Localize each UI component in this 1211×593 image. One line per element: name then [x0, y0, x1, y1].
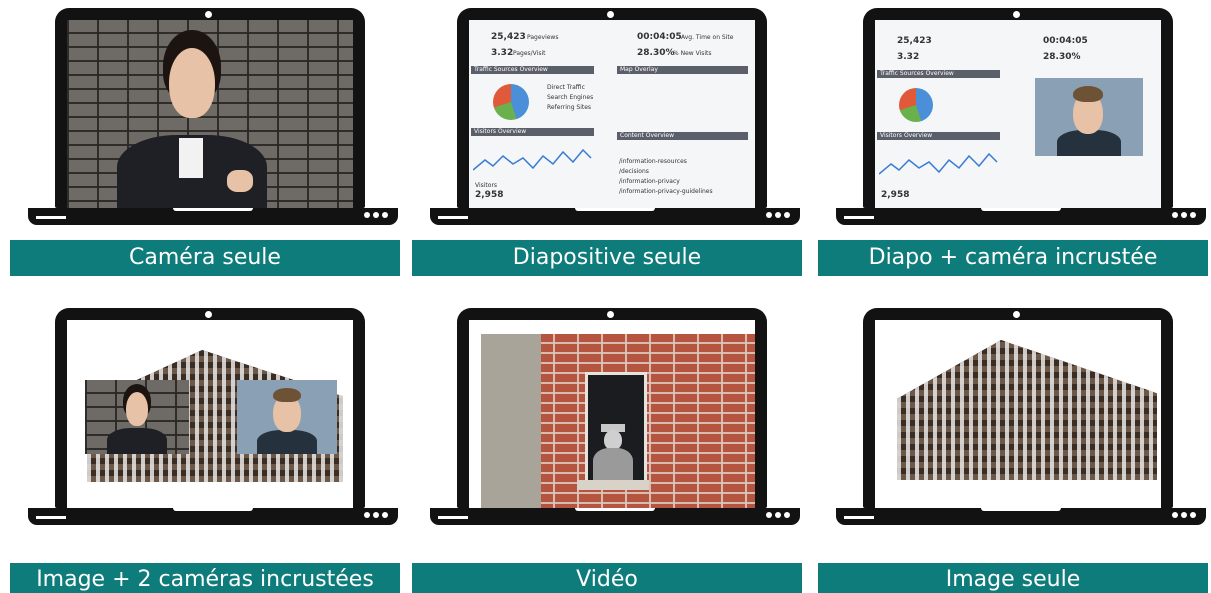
laptop-base [430, 508, 800, 525]
card-label: Diapo + caméra incrustée [818, 240, 1208, 276]
traffic-panel-header: Traffic Sources Overview [471, 66, 594, 74]
card-label: Diapositive seule [412, 240, 802, 276]
laptop-screen [875, 320, 1161, 508]
card-image-two-cameras[interactable]: Image + 2 caméras incrustées [10, 300, 400, 593]
legend-direct: Direct Traffic [547, 84, 585, 91]
camera-inset-man [1035, 78, 1143, 156]
laptop-frame [457, 308, 767, 508]
webcam-dot [205, 11, 212, 18]
map-panel-header: Map Overlay [617, 66, 748, 74]
card-label: Image seule [818, 563, 1208, 593]
shirt-collar [179, 138, 203, 178]
webcam-dot [607, 311, 614, 318]
laptop-screen: 25,423 00:04:05 3.32 28.30% Traffic Sour… [875, 20, 1161, 208]
visitors-panel-header: Visitors Overview [471, 128, 594, 136]
webcam-dot [1013, 311, 1020, 318]
card-image-only[interactable]: Image seule [818, 300, 1208, 593]
laptop-frame: 25,423 Pageviews 00:04:05 Avg. Time on S… [457, 8, 767, 208]
building-image [897, 340, 1157, 480]
man-in-window [593, 424, 633, 480]
pages-visit-value: 3.32 [491, 48, 514, 58]
traffic-panel-header: Traffic Sources Overview [877, 70, 1000, 78]
card-video[interactable]: Vidéo [412, 300, 802, 593]
pageviews-label: Pageviews [527, 34, 559, 41]
laptop-screen [67, 320, 353, 508]
pageviews-value: 25,423 [491, 32, 526, 42]
new-visits-value: 28.30% [1043, 52, 1081, 62]
legend-referring: Referring Sites [547, 104, 592, 111]
laptop-screen: 25,423 Pageviews 00:04:05 Avg. Time on S… [469, 20, 755, 208]
pie-chart [493, 84, 529, 120]
visitors-line-chart [879, 152, 998, 175]
laptop-screen [469, 320, 755, 508]
plaster-patch [481, 334, 541, 508]
laptop-frame [55, 308, 365, 508]
laptop-frame: 25,423 00:04:05 3.32 28.30% Traffic Sour… [863, 8, 1173, 208]
laptop-base [28, 208, 398, 225]
visitors-line-chart [473, 148, 592, 171]
laptop-frame [55, 8, 365, 208]
table-row-text: /information-privacy-guidelines [619, 188, 713, 195]
analytics-dashboard: 25,423 Pageviews 00:04:05 Avg. Time on S… [469, 20, 755, 208]
time-value: 00:04:05 [1043, 36, 1088, 46]
visitors-panel-header: Visitors Overview [877, 132, 1000, 140]
pages-visit-label: Pages/Visit [513, 50, 546, 57]
laptop-base [28, 508, 398, 525]
legend-search: Search Engines [547, 94, 594, 101]
content-panel-header: Content Overview [617, 132, 748, 140]
visitors-value: 2,958 [475, 190, 504, 200]
webcam-dot [607, 11, 614, 18]
pages-visit-value: 3.32 [897, 52, 920, 62]
visitors-value: 2,958 [881, 190, 910, 200]
table-row-text: /decisions [619, 168, 649, 175]
video-frame [481, 334, 755, 508]
webcam-dot [205, 311, 212, 318]
camera-inset-woman [85, 380, 189, 454]
camera-inset-man [237, 380, 337, 454]
laptop-base [836, 508, 1206, 525]
time-label: Avg. Time on Site [681, 34, 734, 41]
webcam-dot [1013, 11, 1020, 18]
laptop-base [430, 208, 800, 225]
pie-chart [899, 88, 933, 122]
pageviews-value: 25,423 [897, 36, 932, 46]
laptop-frame [863, 308, 1173, 508]
card-camera-only[interactable]: Caméra seule [10, 0, 400, 280]
time-value: 00:04:05 [637, 32, 682, 42]
card-label: Image + 2 caméras incrustées [10, 563, 400, 593]
card-slide-with-camera[interactable]: 25,423 00:04:05 3.32 28.30% Traffic Sour… [818, 0, 1208, 280]
window-sill [577, 480, 649, 490]
laptop-screen [67, 20, 353, 208]
new-visits-label: % New Visits [673, 50, 712, 57]
visitors-label: Visitors [475, 182, 498, 189]
hand [227, 170, 253, 192]
new-visits-value: 28.30% [637, 48, 675, 58]
table-row-text: /information-resources [619, 158, 687, 165]
card-label: Caméra seule [10, 240, 400, 276]
table-row-text: /information-privacy [619, 178, 680, 185]
laptop-base [836, 208, 1206, 225]
card-slide-only[interactable]: 25,423 Pageviews 00:04:05 Avg. Time on S… [412, 0, 802, 280]
card-label: Vidéo [412, 563, 802, 593]
woman-face [169, 48, 215, 118]
